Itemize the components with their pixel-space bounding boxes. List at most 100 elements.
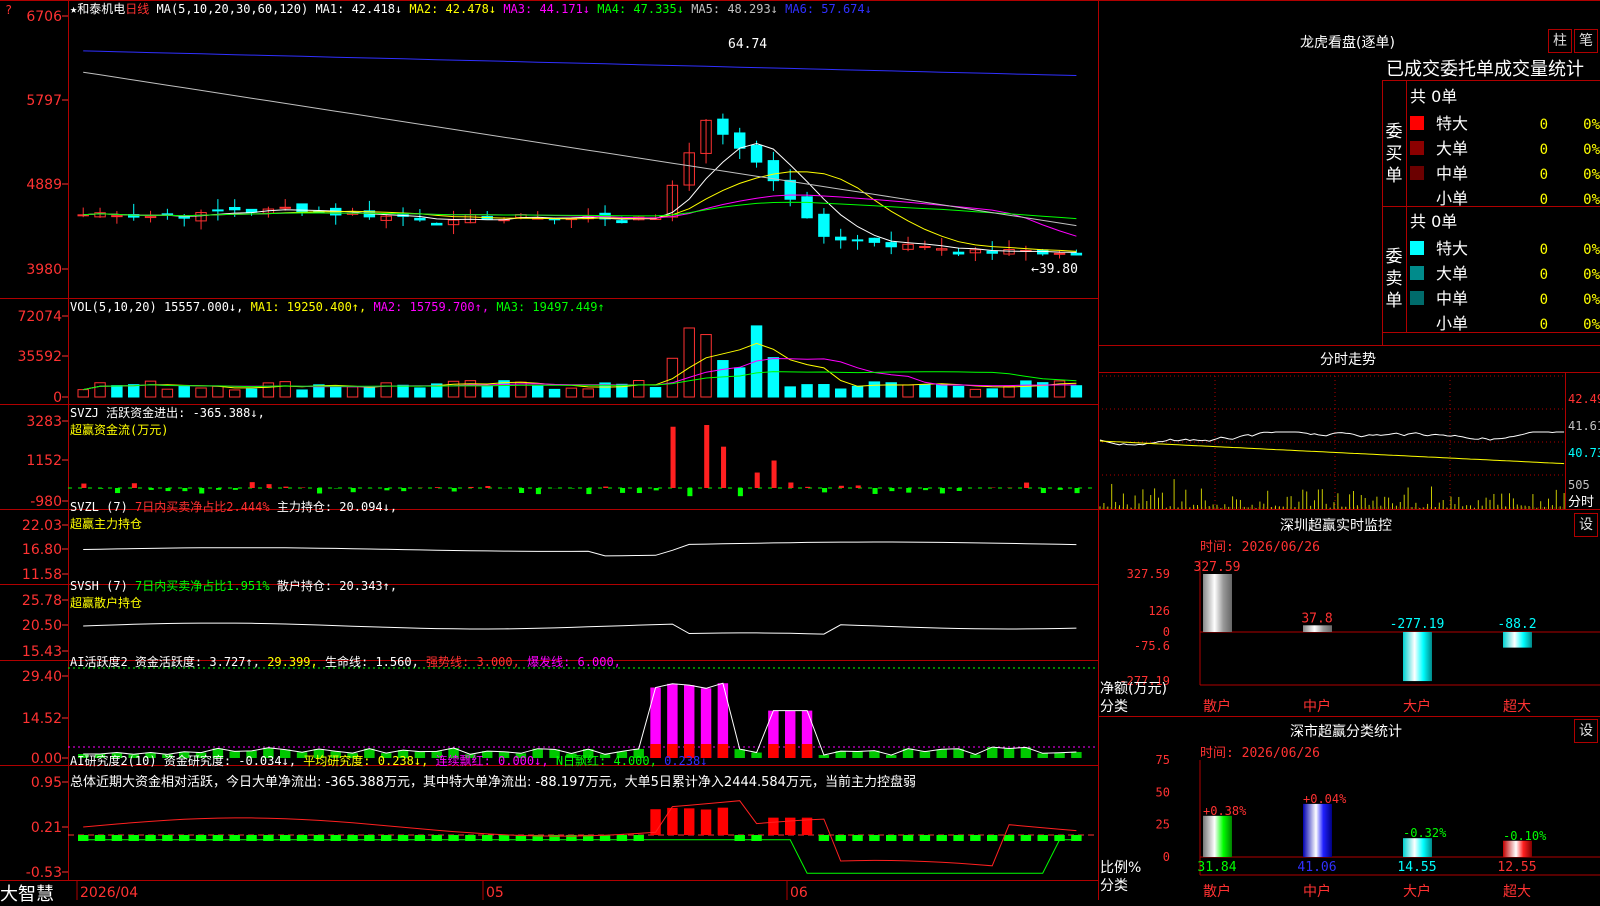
svzj-bar	[906, 488, 911, 493]
vol-ma1: MA1: 19250.400↑,	[251, 300, 367, 314]
candle	[280, 207, 290, 208]
column-view-button[interactable]: 柱	[1548, 29, 1572, 53]
monitor-settings-button[interactable]: 设	[1574, 513, 1598, 537]
monitor-tick-2: 0	[1163, 625, 1170, 639]
volume-bar	[1071, 386, 1081, 397]
volume-bar	[735, 368, 745, 397]
svzl-ratio: 7日内买卖净占比2.444%	[135, 500, 270, 514]
buy-row-val-1: 0	[1540, 142, 1548, 158]
volume-bar	[1004, 386, 1014, 397]
svzj-bar	[351, 488, 356, 492]
candle	[852, 240, 862, 241]
candle	[112, 216, 122, 217]
tick-view-button[interactable]: 笔	[1574, 29, 1598, 53]
volume-bar	[920, 385, 930, 397]
active-bar	[920, 752, 930, 758]
monitor-net-label: 净额(万元)	[1100, 678, 1167, 698]
volume-bar	[667, 358, 677, 397]
monitor-category-2: 大户	[1403, 698, 1431, 715]
period-label[interactable]: 日线	[125, 2, 149, 16]
volume-bar	[549, 389, 559, 397]
volume-bar	[583, 389, 593, 397]
svzj-bar	[687, 488, 692, 496]
fenshi-price-line	[1100, 432, 1564, 445]
volume-bar	[145, 381, 155, 397]
help-icon: ?	[5, 3, 12, 17]
vol-header: VOL(5,10,20) 15557.000↓, MA1: 19250.400↑…	[70, 300, 605, 314]
stats-value-3: 12.55	[1497, 860, 1536, 875]
sell-total: 共 0单	[1410, 212, 1457, 231]
price-tick-3: 3980	[26, 262, 62, 278]
volume-bar	[213, 386, 223, 397]
active-bar	[970, 755, 980, 758]
research-bar	[785, 818, 795, 835]
volume-bar	[129, 385, 139, 397]
svzj-bar	[132, 483, 137, 488]
fenshi-vol-tick: 505	[1568, 478, 1590, 492]
svzj-bar	[452, 488, 457, 491]
stats-tick-3: 0	[1163, 850, 1170, 864]
ma2-line	[83, 172, 1076, 252]
monitor-category-1: 中户	[1303, 698, 1331, 715]
volume-bar	[819, 385, 829, 397]
research-bar	[903, 835, 913, 841]
svzj-bar	[435, 487, 440, 488]
candle	[617, 221, 627, 223]
aiactive-tick-1: 14.52	[22, 711, 62, 727]
svzj-bar	[772, 461, 777, 488]
svzj-bar	[839, 486, 844, 488]
buy-row-pct-1: 0%	[1583, 142, 1600, 158]
volume-bar	[903, 385, 913, 397]
svzl-line2: 超赢主力持仓	[70, 515, 397, 532]
volume-bar	[718, 361, 728, 397]
svzj-bar	[216, 488, 221, 490]
buy-side-0: 委	[1386, 122, 1403, 142]
stats-category-3: 超大	[1503, 884, 1531, 900]
ma2-value: MA2: 42.478↓	[409, 2, 496, 16]
candle	[785, 180, 795, 199]
stats-settings-button[interactable]: 设	[1574, 719, 1598, 743]
candle	[869, 238, 879, 242]
svzj-bar	[603, 487, 608, 488]
svzj-bar	[199, 488, 204, 493]
monitor-bar-label-2: -277.19	[1390, 617, 1445, 632]
buy-row-val-2: 0	[1540, 167, 1548, 183]
active-line	[83, 683, 1076, 755]
volume-bar	[179, 386, 189, 397]
buy-side-1: 买	[1386, 144, 1403, 164]
svsh-header: SVSH (7) 7日内买卖净占比1.951% 散户持仓: 20.343↑, 超…	[70, 577, 397, 611]
svzj-bar	[957, 488, 962, 491]
airesearch-tick-1: 0.21	[31, 820, 62, 836]
volume-bar	[95, 383, 105, 397]
buy-row-name-2: 中单	[1436, 164, 1468, 183]
aiactive-tick-0: 29.40	[22, 669, 62, 685]
stock-name[interactable]: 和泰机电	[77, 2, 125, 16]
stats-bar-中户	[1303, 804, 1332, 857]
monitor-bar-超大	[1503, 632, 1532, 648]
svsh-line2: 超赢散户持仓	[70, 594, 397, 611]
svzj-bar	[485, 486, 490, 488]
svzj-bar	[182, 488, 187, 491]
svsh-ratio: 7日内买卖净占比1.951%	[135, 579, 270, 593]
volume-bar	[465, 381, 475, 397]
sell-row-val-2: 0	[1540, 292, 1548, 308]
svzj-tick-0: 3283	[26, 414, 62, 430]
volume-bar	[869, 382, 879, 397]
candle	[819, 214, 829, 236]
svzj-bar	[267, 484, 272, 488]
candle	[213, 210, 223, 211]
ai-research-nday: N日飘红: 4.000,	[556, 754, 657, 768]
svzj-bar	[166, 488, 171, 491]
stats-chg-0: +0.38%	[1203, 804, 1247, 818]
sell-row-pct-0: 0%	[1583, 242, 1600, 258]
svzj-bar	[536, 488, 541, 494]
active-bar	[1054, 753, 1064, 758]
svzj-bar	[1075, 488, 1080, 493]
monitor-bar-label-3: -88.2	[1497, 617, 1536, 632]
volume-bar	[246, 389, 256, 397]
svzl-tick-0: 22.03	[22, 518, 62, 534]
svzj-bar	[738, 488, 743, 496]
svzj-bar	[81, 484, 86, 488]
stats-bar-超大	[1503, 841, 1532, 857]
stats-bar-散户	[1203, 816, 1232, 857]
